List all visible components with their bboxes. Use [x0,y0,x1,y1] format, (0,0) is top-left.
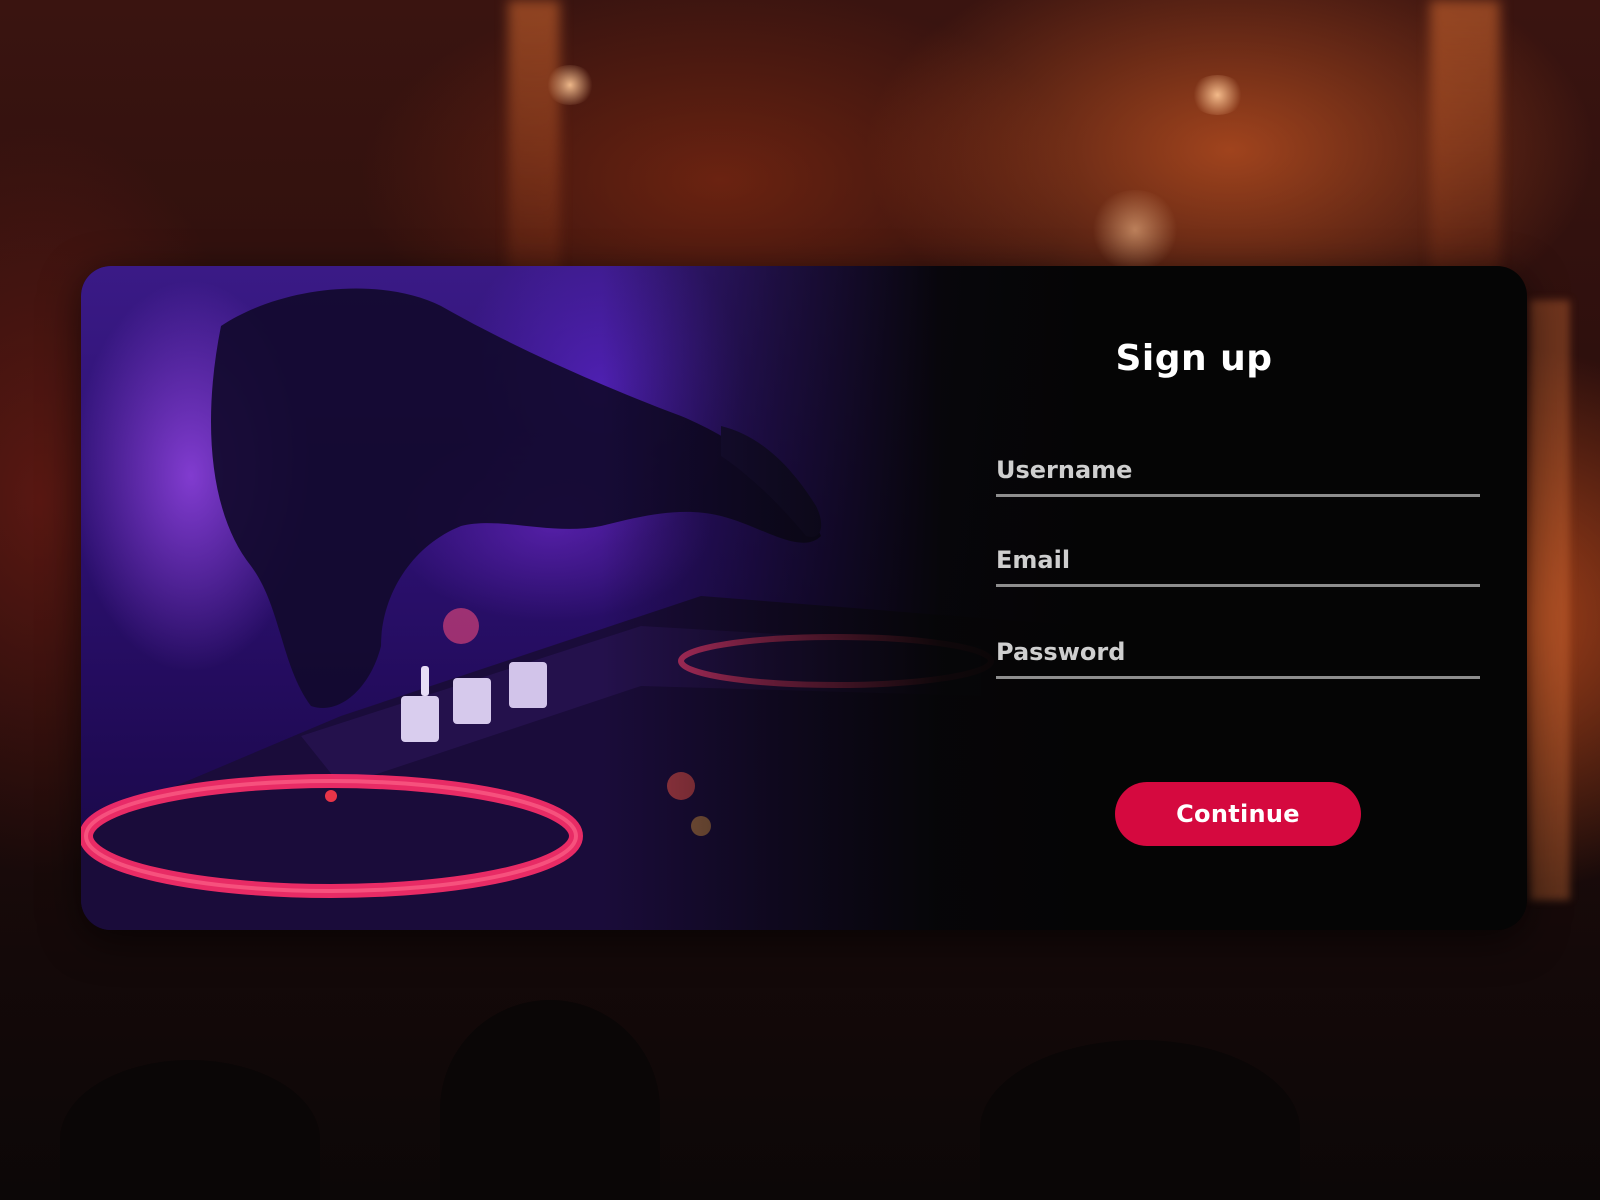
stage-glow [1530,300,1570,900]
signup-form: Sign up Continue [861,266,1527,930]
signup-card: Sign up Continue [81,266,1527,930]
signup-title: Sign up [1115,338,1273,379]
password-input[interactable] [996,630,1480,674]
stage-light-beam [508,0,560,280]
email-field [996,538,1480,587]
username-field [996,448,1480,497]
stage-lamp [1190,75,1245,115]
stage-lamp [1090,190,1180,270]
crowd-silhouette [60,1060,320,1200]
password-field [996,630,1480,679]
crowd-silhouette [440,1000,660,1200]
username-input[interactable] [996,448,1480,492]
email-input[interactable] [996,538,1480,582]
stage-lamp [545,65,595,105]
crowd-silhouette [980,1040,1300,1200]
stage-light-beam [1430,0,1500,280]
continue-button[interactable]: Continue [1115,782,1361,846]
